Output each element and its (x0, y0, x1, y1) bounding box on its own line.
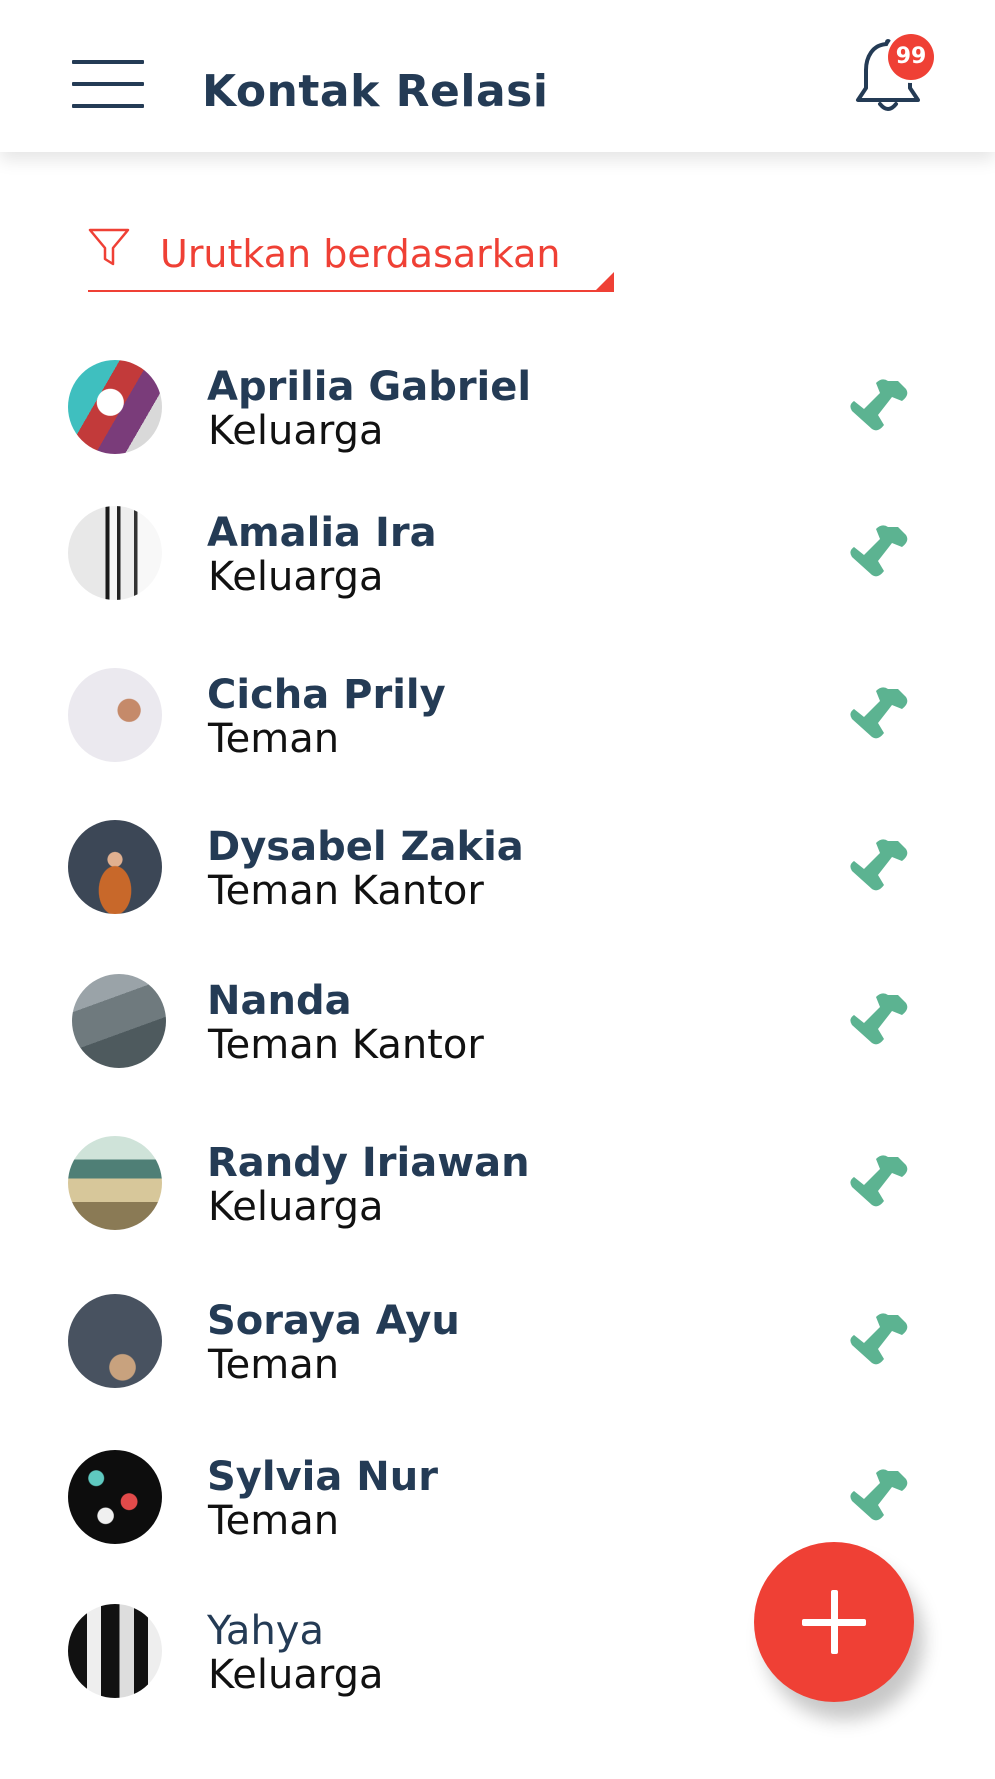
phone-icon[interactable] (840, 683, 910, 753)
hamburger-menu-icon[interactable] (72, 56, 146, 112)
page-title: Kontak Relasi (202, 66, 549, 117)
contact-group: Teman (208, 716, 340, 762)
contact-group: Keluarga (208, 1652, 384, 1698)
sort-underline (88, 290, 614, 292)
contact-name: Randy Iriawan (207, 1140, 530, 1186)
contact-group: Keluarga (208, 554, 384, 600)
contact-name: Yahya (207, 1608, 324, 1654)
avatar (68, 360, 162, 454)
contact-item[interactable]: Aprilia Gabriel Keluarga (0, 330, 995, 470)
sort-dropdown[interactable]: Urutkan berdasarkan (88, 224, 614, 292)
avatar (68, 668, 162, 762)
contact-name: Soraya Ayu (207, 1298, 460, 1344)
contact-item[interactable]: Randy Iriawan Keluarga (0, 1106, 995, 1246)
phone-icon[interactable] (840, 1465, 910, 1535)
contact-item[interactable]: Soraya Ayu Teman (0, 1264, 995, 1404)
phone-icon[interactable] (840, 521, 910, 591)
contact-group: Teman (208, 1342, 340, 1388)
phone-icon[interactable] (840, 989, 910, 1059)
notification-badge: 99 (888, 34, 934, 80)
contact-group: Teman Kantor (208, 868, 484, 914)
avatar (68, 506, 162, 600)
contact-group: Teman Kantor (208, 1022, 484, 1068)
contact-item[interactable]: Amalia Ira Keluarga (0, 476, 995, 616)
phone-icon[interactable] (840, 375, 910, 445)
phone-icon[interactable] (840, 1151, 910, 1221)
contact-item[interactable]: Sylvia Nur Teman (0, 1420, 995, 1560)
contact-name: Dysabel Zakia (207, 824, 524, 870)
contact-name: Aprilia Gabriel (207, 364, 532, 410)
contact-group: Keluarga (208, 1184, 384, 1230)
contact-name: Amalia Ira (207, 510, 437, 556)
contact-name: Cicha Prily (207, 672, 446, 718)
avatar (68, 820, 162, 914)
sort-label: Urutkan berdasarkan (160, 232, 561, 276)
avatar (68, 1450, 162, 1544)
phone-icon[interactable] (840, 1309, 910, 1379)
contact-item[interactable]: Dysabel Zakia Teman Kantor (0, 790, 995, 930)
contact-item[interactable]: Nanda Teman Kantor (0, 944, 995, 1084)
avatar (68, 1294, 162, 1388)
avatar (68, 1604, 162, 1698)
app-bar: Kontak Relasi 99 (0, 0, 995, 152)
contact-item[interactable]: Cicha Prily Teman (0, 638, 995, 778)
avatar (72, 974, 166, 1068)
contact-group: Keluarga (208, 408, 384, 454)
add-contact-button[interactable] (754, 1542, 914, 1702)
funnel-icon (88, 228, 130, 266)
contact-name: Sylvia Nur (207, 1454, 438, 1500)
avatar (68, 1136, 162, 1230)
phone-icon[interactable] (840, 835, 910, 905)
contact-group: Teman (208, 1498, 340, 1544)
dropdown-arrow-icon (596, 272, 614, 290)
contact-name: Nanda (207, 978, 352, 1024)
